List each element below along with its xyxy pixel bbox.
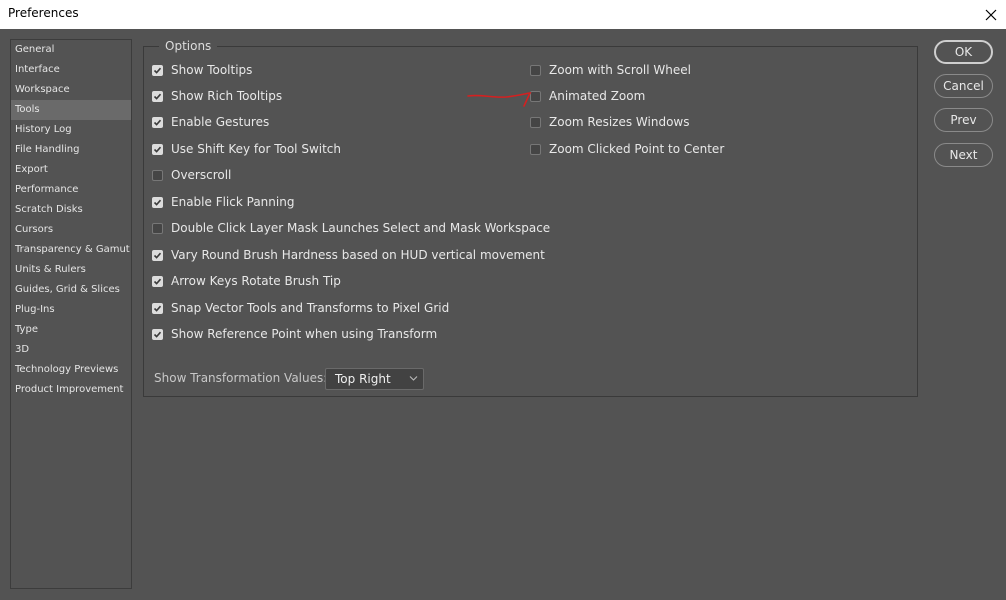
prev-button[interactable]: Prev [934,108,993,132]
sidebar-item-scratch-disks[interactable]: Scratch Disks [11,200,131,220]
checkmark-icon [153,305,162,312]
checkmark-icon [153,93,162,100]
option-label: Overscroll [171,168,232,182]
sidebar-item-file-handling[interactable]: File Handling [11,140,131,160]
checkmark-icon [153,119,162,126]
checkbox-unchecked[interactable] [152,169,163,181]
option-show-reference-point-when-using-transform[interactable]: Show Reference Point when using Transfor… [152,325,437,343]
option-zoom-resizes-windows[interactable]: Zoom Resizes Windows [530,113,690,131]
next-button[interactable]: Next [934,143,993,167]
sidebar-item-history-log[interactable]: History Log [11,120,131,140]
option-label: Zoom with Scroll Wheel [549,63,691,77]
option-show-rich-tooltips[interactable]: Show Rich Tooltips [152,87,282,105]
checkbox-unchecked[interactable] [530,116,541,128]
option-label: Enable Flick Panning [171,195,295,209]
checkbox-checked[interactable] [152,249,163,261]
sidebar-item-export[interactable]: Export [11,160,131,180]
checkbox-checked[interactable] [152,302,163,314]
option-vary-round-brush-hardness-based-on-hud-vertical-movement[interactable]: Vary Round Brush Hardness based on HUD v… [152,246,545,264]
sidebar-item-units-rulers[interactable]: Units & Rulers [11,260,131,280]
ok-button[interactable]: OK [934,40,993,64]
option-double-click-layer-mask-launches-select-and-mask-workspace[interactable]: Double Click Layer Mask Launches Select … [152,219,550,237]
option-label: Animated Zoom [549,89,646,103]
option-label: Zoom Resizes Windows [549,115,690,129]
checkmark-icon [153,252,162,259]
checkmark-icon [153,278,162,285]
option-label: Snap Vector Tools and Transforms to Pixe… [171,301,450,315]
sidebar-item-workspace[interactable]: Workspace [11,80,131,100]
option-animated-zoom[interactable]: Animated Zoom [530,87,645,105]
sidebar-item-plug-ins[interactable]: Plug-Ins [11,300,131,320]
cancel-button[interactable]: Cancel [934,74,993,98]
option-label: Show Tooltips [171,63,253,77]
sidebar-item-tools[interactable]: Tools [11,100,131,120]
checkbox-checked[interactable] [152,275,163,287]
checkbox-checked[interactable] [152,116,163,128]
checkbox-checked[interactable] [152,90,163,102]
checkbox-checked[interactable] [152,64,163,76]
options-group-label: Options [159,39,218,53]
option-label: Use Shift Key for Tool Switch [171,142,342,156]
transformation-values-label: Show Transformation Values: [154,371,328,385]
sidebar-item-type[interactable]: Type [11,320,131,340]
option-label: Double Click Layer Mask Launches Select … [171,221,551,235]
title-bar: Preferences [0,0,1006,29]
red-annotation-arrow [467,91,532,107]
option-overscroll[interactable]: Overscroll [152,166,231,184]
option-zoom-with-scroll-wheel[interactable]: Zoom with Scroll Wheel [530,61,691,79]
sidebar-item-general[interactable]: General [11,40,131,60]
option-label: Show Reference Point when using Transfor… [171,327,438,341]
option-enable-flick-panning[interactable]: Enable Flick Panning [152,193,294,211]
checkbox-checked[interactable] [152,196,163,208]
close-button[interactable] [976,0,1006,29]
option-snap-vector-tools-and-transforms-to-pixel-grid[interactable]: Snap Vector Tools and Transforms to Pixe… [152,299,449,317]
option-enable-gestures[interactable]: Enable Gestures [152,113,269,131]
option-label: Show Rich Tooltips [171,89,283,103]
option-arrow-keys-rotate-brush-tip[interactable]: Arrow Keys Rotate Brush Tip [152,272,341,290]
option-label: Zoom Clicked Point to Center [549,142,725,156]
sidebar-item-product-improvement[interactable]: Product Improvement [11,380,131,400]
sidebar-item-performance[interactable]: Performance [11,180,131,200]
sidebar-item-3d[interactable]: 3D [11,340,131,360]
checkbox-unchecked[interactable] [152,222,163,234]
checkmark-icon [153,67,162,74]
close-icon [985,9,997,20]
checkmark-icon [153,331,162,338]
checkbox-checked[interactable] [152,143,163,155]
checkbox-unchecked[interactable] [530,64,541,76]
checkmark-icon [153,146,162,153]
option-zoom-clicked-point-to-center[interactable]: Zoom Clicked Point to Center [530,140,724,158]
chevron-down-icon [409,376,418,381]
sidebar-item-guides-grid-slices[interactable]: Guides, Grid & Slices [11,280,131,300]
checkbox-checked[interactable] [152,328,163,340]
option-label: Arrow Keys Rotate Brush Tip [171,274,341,288]
sidebar-item-transparency-gamut[interactable]: Transparency & Gamut [11,240,131,260]
option-label: Enable Gestures [171,115,270,129]
option-show-tooltips[interactable]: Show Tooltips [152,61,252,79]
checkbox-unchecked[interactable] [530,143,541,155]
option-use-shift-key-for-tool-switch[interactable]: Use Shift Key for Tool Switch [152,140,341,158]
transformation-values-select[interactable]: Top Right [325,368,424,390]
checkmark-icon [153,199,162,206]
window-title: Preferences [8,6,79,20]
option-label: Vary Round Brush Hardness based on HUD v… [171,248,545,262]
category-list[interactable]: General Interface Workspace Tools History Lo… [10,39,132,589]
sidebar-item-technology-previews[interactable]: Technology Previews [11,360,131,380]
sidebar-item-interface[interactable]: Interface [11,60,131,80]
sidebar-item-cursors[interactable]: Cursors [11,220,131,240]
transformation-values-value: Top Right [335,372,391,386]
